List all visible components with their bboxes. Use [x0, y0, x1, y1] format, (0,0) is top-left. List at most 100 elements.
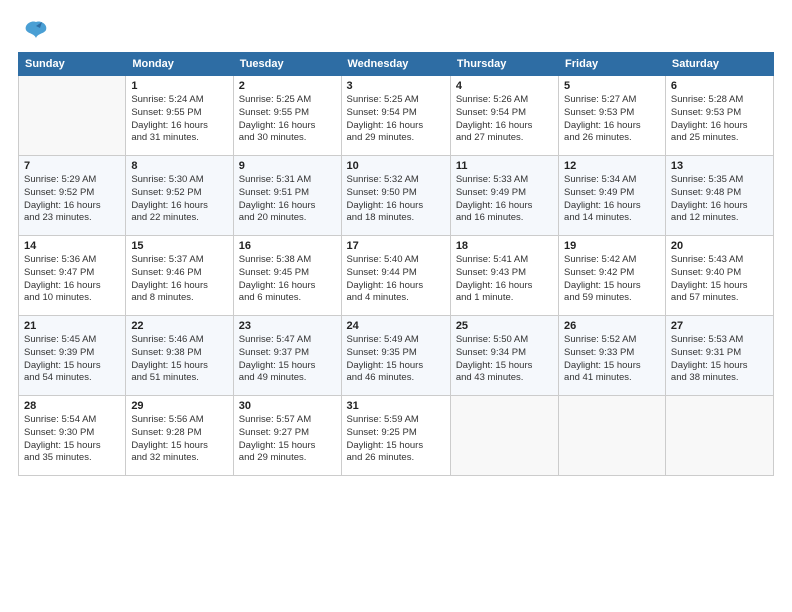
day-info: Sunrise: 5:24 AM Sunset: 9:55 PM Dayligh…	[131, 94, 227, 145]
calendar-table: SundayMondayTuesdayWednesdayThursdayFrid…	[18, 52, 774, 476]
day-number: 29	[131, 400, 227, 412]
page: SundayMondayTuesdayWednesdayThursdayFrid…	[0, 0, 792, 612]
calendar-header-tuesday: Tuesday	[233, 53, 341, 76]
calendar-cell	[559, 396, 666, 476]
calendar-header-thursday: Thursday	[450, 53, 558, 76]
day-number: 28	[24, 400, 120, 412]
calendar-cell: 27Sunrise: 5:53 AM Sunset: 9:31 PM Dayli…	[665, 316, 773, 396]
day-info: Sunrise: 5:50 AM Sunset: 9:34 PM Dayligh…	[456, 334, 553, 385]
day-number: 20	[671, 240, 768, 252]
calendar-cell: 13Sunrise: 5:35 AM Sunset: 9:48 PM Dayli…	[665, 156, 773, 236]
day-number: 7	[24, 160, 120, 172]
calendar-cell: 28 Sunrise: 5:54 AM Sunset: 9:30 PM Dayli…	[19, 396, 126, 476]
day-number: 27	[671, 320, 768, 332]
day-info: Sunrise: 5:56 AM Sunset: 9:28 PM Dayligh…	[131, 414, 227, 465]
day-number: 24	[347, 320, 445, 332]
day-number: 5	[564, 80, 660, 92]
day-number: 1	[131, 80, 227, 92]
day-info: Sunrise: 5:41 AM Sunset: 9:43 PM Dayligh…	[456, 254, 553, 305]
calendar-cell: 22 Sunrise: 5:46 AM Sunset: 9:38 PM Dayli…	[126, 316, 233, 396]
calendar-header-row: SundayMondayTuesdayWednesdayThursdayFrid…	[19, 53, 774, 76]
day-number: 12	[564, 160, 660, 172]
day-info: Sunrise: 5:35 AM Sunset: 9:48 PM Dayligh…	[671, 174, 768, 225]
day-info: Sunrise: 5:57 AM Sunset: 9:27 PM Dayligh…	[239, 414, 336, 465]
calendar-header-friday: Friday	[559, 53, 666, 76]
calendar-cell: 20 Sunrise: 5:43 AM Sunset: 9:40 PM Dayli…	[665, 236, 773, 316]
day-info: Sunrise: 5:37 AM Sunset: 9:46 PM Dayligh…	[131, 254, 227, 305]
calendar-cell: 9 Sunrise: 5:31 AM Sunset: 9:51 PM Daylig…	[233, 156, 341, 236]
calendar-cell: 18 Sunrise: 5:41 AM Sunset: 9:43 PM Dayli…	[450, 236, 558, 316]
calendar-cell: 10 Sunrise: 5:32 AM Sunset: 9:50 PM Dayli…	[341, 156, 450, 236]
calendar-cell: 31Sunrise: 5:59 AM Sunset: 9:25 PM Dayli…	[341, 396, 450, 476]
calendar-cell: 1 Sunrise: 5:24 AM Sunset: 9:55 PM Daylig…	[126, 76, 233, 156]
day-info: Sunrise: 5:32 AM Sunset: 9:50 PM Dayligh…	[347, 174, 445, 225]
day-info: Sunrise: 5:52 AM Sunset: 9:33 PM Dayligh…	[564, 334, 660, 385]
day-info: Sunrise: 5:33 AM Sunset: 9:49 PM Dayligh…	[456, 174, 553, 225]
calendar-cell: 19Sunrise: 5:42 AM Sunset: 9:42 PM Dayli…	[559, 236, 666, 316]
day-number: 18	[456, 240, 553, 252]
day-info: Sunrise: 5:28 AM Sunset: 9:53 PM Dayligh…	[671, 94, 768, 145]
day-number: 21	[24, 320, 120, 332]
header	[18, 18, 774, 46]
day-info: Sunrise: 5:49 AM Sunset: 9:35 PM Dayligh…	[347, 334, 445, 385]
day-info: Sunrise: 5:27 AM Sunset: 9:53 PM Dayligh…	[564, 94, 660, 145]
day-info: Sunrise: 5:31 AM Sunset: 9:51 PM Dayligh…	[239, 174, 336, 225]
logo	[18, 18, 50, 46]
day-number: 17	[347, 240, 445, 252]
calendar-week-row: 7Sunrise: 5:29 AM Sunset: 9:52 PM Daylig…	[19, 156, 774, 236]
day-number: 23	[239, 320, 336, 332]
day-info: Sunrise: 5:38 AM Sunset: 9:45 PM Dayligh…	[239, 254, 336, 305]
day-number: 25	[456, 320, 553, 332]
calendar-cell: 26 Sunrise: 5:52 AM Sunset: 9:33 PM Dayli…	[559, 316, 666, 396]
calendar-cell: 21 Sunrise: 5:45 AM Sunset: 9:39 PM Dayli…	[19, 316, 126, 396]
day-info: Sunrise: 5:46 AM Sunset: 9:38 PM Dayligh…	[131, 334, 227, 385]
day-number: 11	[456, 160, 553, 172]
day-number: 8	[131, 160, 227, 172]
calendar-cell: 11 Sunrise: 5:33 AM Sunset: 9:49 PM Dayli…	[450, 156, 558, 236]
calendar-cell: 24 Sunrise: 5:49 AM Sunset: 9:35 PM Dayli…	[341, 316, 450, 396]
calendar-cell: 23 Sunrise: 5:47 AM Sunset: 9:37 PM Dayli…	[233, 316, 341, 396]
calendar-header-sunday: Sunday	[19, 53, 126, 76]
calendar-cell	[665, 396, 773, 476]
calendar-week-row: 14Sunrise: 5:36 AM Sunset: 9:47 PM Dayli…	[19, 236, 774, 316]
calendar-cell: 6 Sunrise: 5:28 AM Sunset: 9:53 PM Daylig…	[665, 76, 773, 156]
day-number: 15	[131, 240, 227, 252]
calendar-cell: 2 Sunrise: 5:25 AM Sunset: 9:55 PM Daylig…	[233, 76, 341, 156]
day-info: Sunrise: 5:26 AM Sunset: 9:54 PM Dayligh…	[456, 94, 553, 145]
calendar-week-row: 21 Sunrise: 5:45 AM Sunset: 9:39 PM Dayli…	[19, 316, 774, 396]
day-info: Sunrise: 5:45 AM Sunset: 9:39 PM Dayligh…	[24, 334, 120, 385]
calendar-cell: 4Sunrise: 5:26 AM Sunset: 9:54 PM Daylig…	[450, 76, 558, 156]
calendar-cell: 29 Sunrise: 5:56 AM Sunset: 9:28 PM Dayli…	[126, 396, 233, 476]
calendar-cell: 30 Sunrise: 5:57 AM Sunset: 9:27 PM Dayli…	[233, 396, 341, 476]
calendar-week-row: 28 Sunrise: 5:54 AM Sunset: 9:30 PM Dayli…	[19, 396, 774, 476]
day-number: 10	[347, 160, 445, 172]
calendar-cell: 15 Sunrise: 5:37 AM Sunset: 9:46 PM Dayli…	[126, 236, 233, 316]
calendar-header-wednesday: Wednesday	[341, 53, 450, 76]
calendar-cell: 17 Sunrise: 5:40 AM Sunset: 9:44 PM Dayli…	[341, 236, 450, 316]
day-number: 30	[239, 400, 336, 412]
calendar-cell	[19, 76, 126, 156]
day-number: 6	[671, 80, 768, 92]
calendar-cell: 5 Sunrise: 5:27 AM Sunset: 9:53 PM Daylig…	[559, 76, 666, 156]
day-info: Sunrise: 5:47 AM Sunset: 9:37 PM Dayligh…	[239, 334, 336, 385]
day-number: 9	[239, 160, 336, 172]
calendar-header-monday: Monday	[126, 53, 233, 76]
day-number: 19	[564, 240, 660, 252]
day-number: 2	[239, 80, 336, 92]
day-number: 26	[564, 320, 660, 332]
day-number: 16	[239, 240, 336, 252]
calendar-cell	[450, 396, 558, 476]
day-info: Sunrise: 5:43 AM Sunset: 9:40 PM Dayligh…	[671, 254, 768, 305]
day-info: Sunrise: 5:25 AM Sunset: 9:55 PM Dayligh…	[239, 94, 336, 145]
day-info: Sunrise: 5:40 AM Sunset: 9:44 PM Dayligh…	[347, 254, 445, 305]
calendar-cell: 12 Sunrise: 5:34 AM Sunset: 9:49 PM Dayli…	[559, 156, 666, 236]
calendar-header-saturday: Saturday	[665, 53, 773, 76]
day-number: 22	[131, 320, 227, 332]
day-info: Sunrise: 5:34 AM Sunset: 9:49 PM Dayligh…	[564, 174, 660, 225]
calendar-cell: 25 Sunrise: 5:50 AM Sunset: 9:34 PM Dayli…	[450, 316, 558, 396]
day-info: Sunrise: 5:36 AM Sunset: 9:47 PM Dayligh…	[24, 254, 120, 305]
calendar-cell: 7Sunrise: 5:29 AM Sunset: 9:52 PM Daylig…	[19, 156, 126, 236]
day-info: Sunrise: 5:54 AM Sunset: 9:30 PM Dayligh…	[24, 414, 120, 465]
day-info: Sunrise: 5:30 AM Sunset: 9:52 PM Dayligh…	[131, 174, 227, 225]
day-info: Sunrise: 5:59 AM Sunset: 9:25 PM Dayligh…	[347, 414, 445, 465]
